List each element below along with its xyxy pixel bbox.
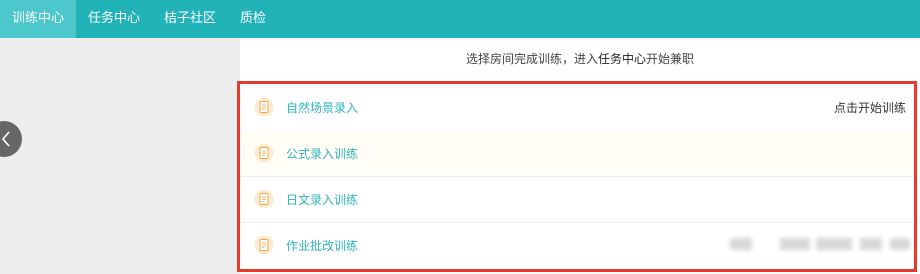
instruction-prefix: 选择房间完成训练，进入 [465,52,598,66]
chevron-left-icon [1,131,10,147]
document-icon [254,143,274,163]
instruction-text: 选择房间完成训练，进入任务中心开始兼职 [240,38,920,80]
start-training-link[interactable]: 点击开始训练 [834,99,906,116]
tab-quality-check[interactable]: 质检 [228,0,278,38]
training-item-label: 公式录入训练 [286,146,359,161]
document-icon [254,235,274,255]
tab-training-center[interactable]: 训练中心 [0,0,77,38]
instruction-emphasis: 任务中心 [597,52,646,66]
training-item-label: 作业批改训练 [286,238,359,253]
training-item-label: 日文录入训练 [286,192,359,207]
instruction-suffix: 开始兼职 [646,52,695,66]
top-nav-bar: 训练中心 任务中心 桔子社区 质检 [0,0,920,38]
blurred-watermark [730,232,915,256]
back-button[interactable] [0,121,22,157]
tab-task-center[interactable]: 任务中心 [76,0,152,38]
training-item-natural-scene[interactable]: 自然场景录入 点击开始训练 [240,84,914,131]
training-item-formula[interactable]: 公式录入训练 [240,130,914,177]
training-item-label: 自然场景录入 [286,100,359,115]
document-icon [254,189,274,209]
tab-community[interactable]: 桔子社区 [152,0,228,38]
training-item-japanese[interactable]: 日文录入训练 [240,176,914,223]
document-icon [254,97,274,117]
